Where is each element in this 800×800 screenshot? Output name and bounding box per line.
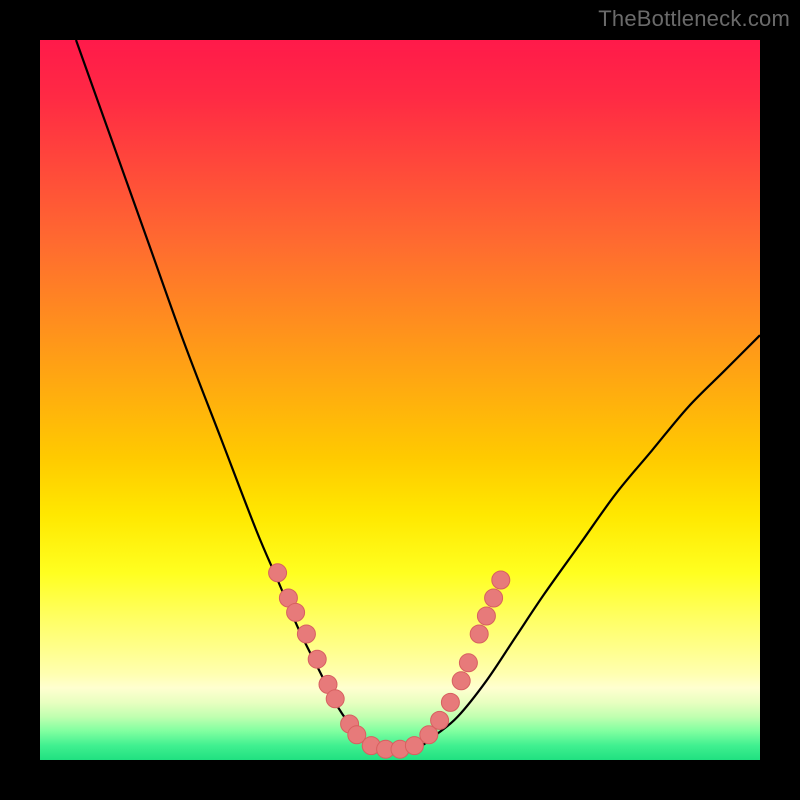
plot-area — [40, 40, 760, 760]
data-marker — [441, 693, 459, 711]
data-marker — [431, 711, 449, 729]
chart-container: TheBottleneck.com — [0, 0, 800, 800]
data-marker — [485, 589, 503, 607]
data-marker — [459, 654, 477, 672]
watermark-text: TheBottleneck.com — [598, 6, 790, 32]
data-marker — [470, 625, 488, 643]
curve-layer — [76, 40, 760, 750]
data-marker — [297, 625, 315, 643]
marker-layer — [269, 564, 510, 758]
data-marker — [452, 672, 470, 690]
data-marker — [492, 571, 510, 589]
data-marker — [326, 690, 344, 708]
data-marker — [477, 607, 495, 625]
chart-svg — [40, 40, 760, 760]
data-marker — [287, 603, 305, 621]
data-marker — [308, 650, 326, 668]
bottleneck-curve — [76, 40, 760, 750]
data-marker — [269, 564, 287, 582]
